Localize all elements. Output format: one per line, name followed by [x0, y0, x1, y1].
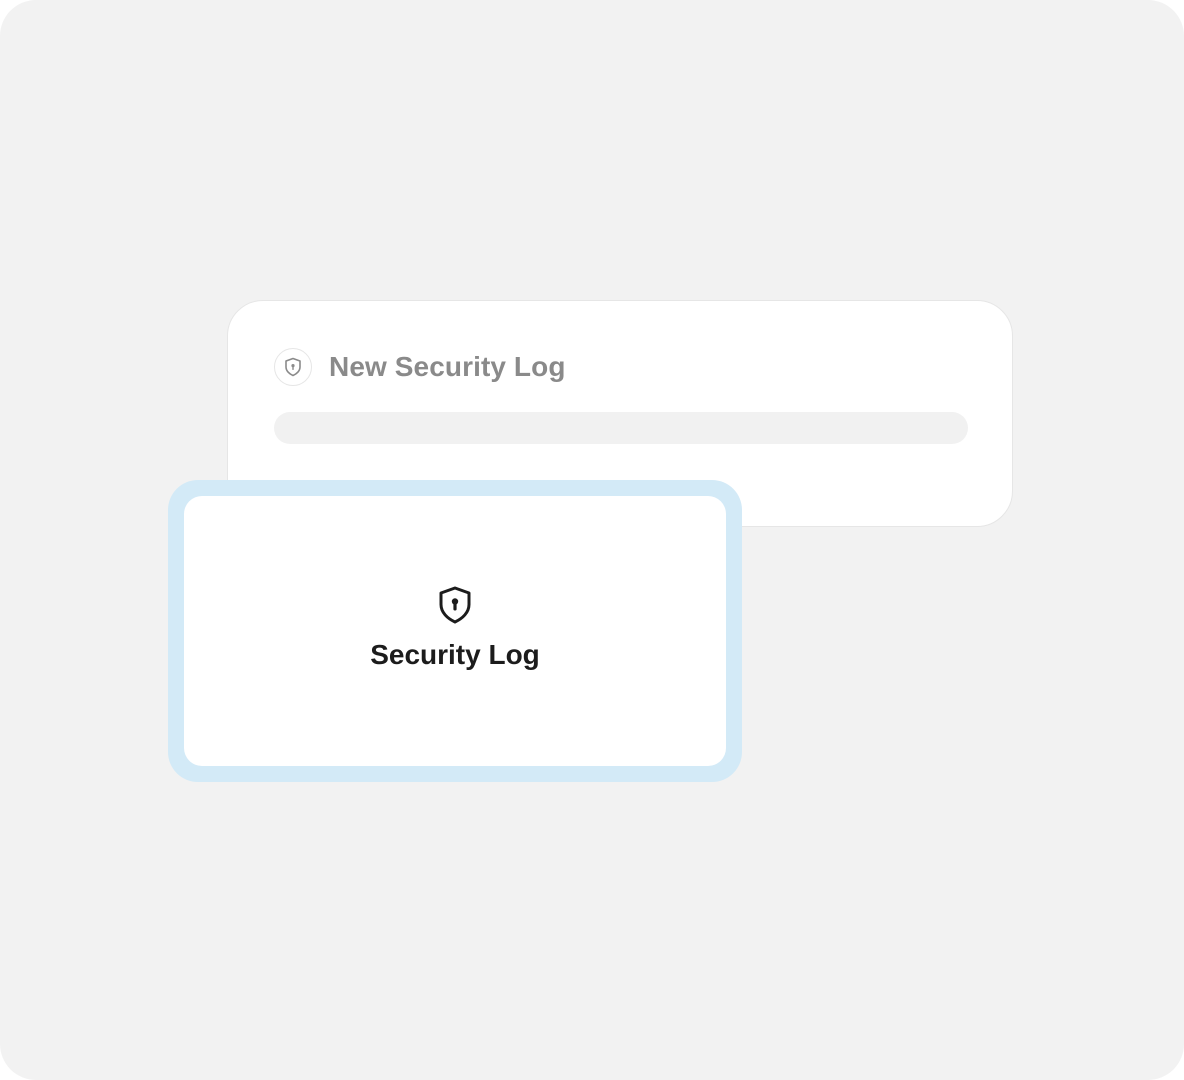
security-log-card-highlight[interactable]: Security Log [168, 480, 742, 782]
canvas: New Security Log Security Log [0, 0, 1184, 1080]
card-header: New Security Log [274, 348, 566, 386]
security-log-title: Security Log [370, 639, 540, 670]
shield-lock-icon [439, 586, 471, 624]
security-log-card[interactable]: Security Log [184, 496, 726, 766]
icon-badge [274, 348, 312, 386]
shield-lock-icon [285, 357, 301, 377]
new-security-log-title: New Security Log [329, 351, 566, 382]
placeholder-bar [274, 412, 968, 444]
